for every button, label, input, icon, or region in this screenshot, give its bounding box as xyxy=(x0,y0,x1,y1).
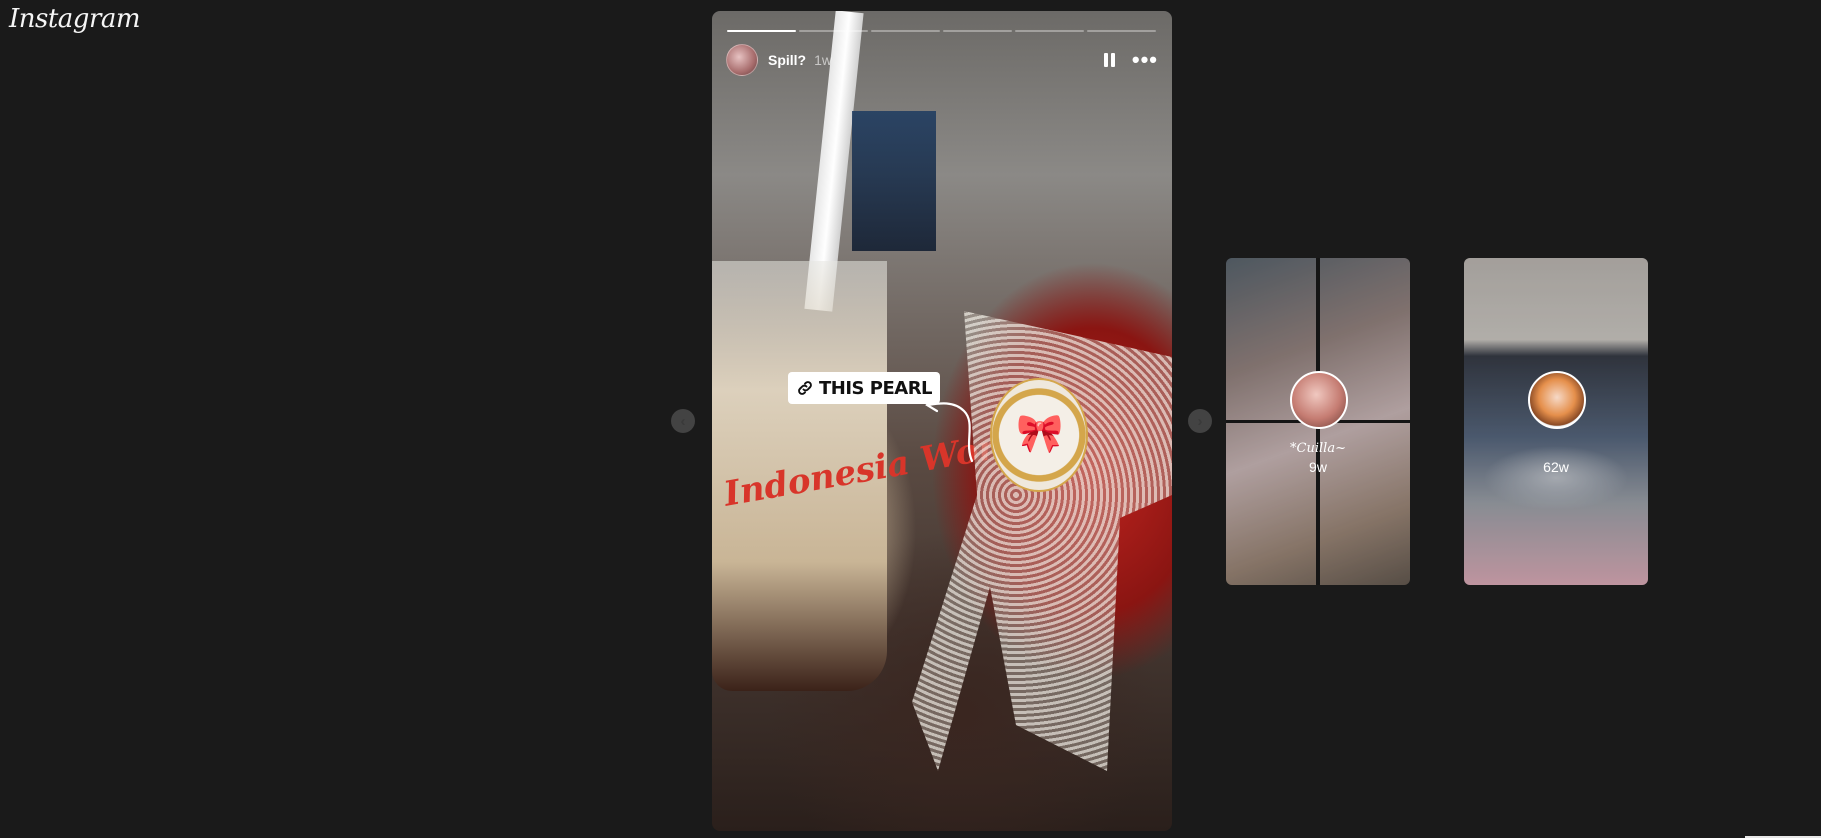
avatar xyxy=(1290,371,1348,429)
avatar xyxy=(1528,371,1586,429)
preview-timestamp: 62w xyxy=(1543,459,1569,475)
story-header: Spill? 1w ••• xyxy=(726,44,1158,76)
instagram-logo[interactable]: Instagram xyxy=(9,4,141,34)
story-preview-2[interactable]: 62w xyxy=(1464,258,1648,585)
story-image-bow-charm: 🎀 xyxy=(990,378,1088,492)
more-options-icon[interactable]: ••• xyxy=(1132,49,1158,71)
progress-segment xyxy=(871,30,940,32)
link-sticker[interactable]: THIS PEARL xyxy=(788,372,941,404)
bow-icon: 🎀 xyxy=(1016,413,1064,455)
preview-username: *Cuilla~ xyxy=(1290,441,1346,456)
story-username[interactable]: Spill? xyxy=(768,52,806,68)
progress-segment xyxy=(1087,30,1156,32)
chevron-left-icon: ‹ xyxy=(680,412,686,430)
avatar[interactable] xyxy=(726,44,758,76)
story-viewer[interactable]: Indonesia World 🎀 Spill? 1w ••• THIS PEA… xyxy=(712,11,1172,831)
arrow-doodle xyxy=(925,395,974,463)
story-preview-1[interactable]: *Cuilla~ 9w xyxy=(1226,258,1410,585)
preview-timestamp: 9w xyxy=(1309,459,1327,475)
pause-icon[interactable] xyxy=(1098,48,1122,72)
link-icon xyxy=(798,381,812,395)
previous-story-button[interactable]: ‹ xyxy=(671,409,695,433)
progress-segment xyxy=(1015,30,1084,32)
story-image-screen xyxy=(852,111,936,251)
next-story-button[interactable]: › xyxy=(1188,409,1212,433)
progress-segment xyxy=(943,30,1012,32)
progress-segment xyxy=(727,30,796,32)
progress-segment xyxy=(799,30,868,32)
chevron-right-icon: › xyxy=(1197,412,1203,430)
link-sticker-label: THIS PEARL xyxy=(819,377,933,399)
story-progress-bar xyxy=(727,30,1156,32)
story-timestamp: 1w xyxy=(814,52,833,68)
